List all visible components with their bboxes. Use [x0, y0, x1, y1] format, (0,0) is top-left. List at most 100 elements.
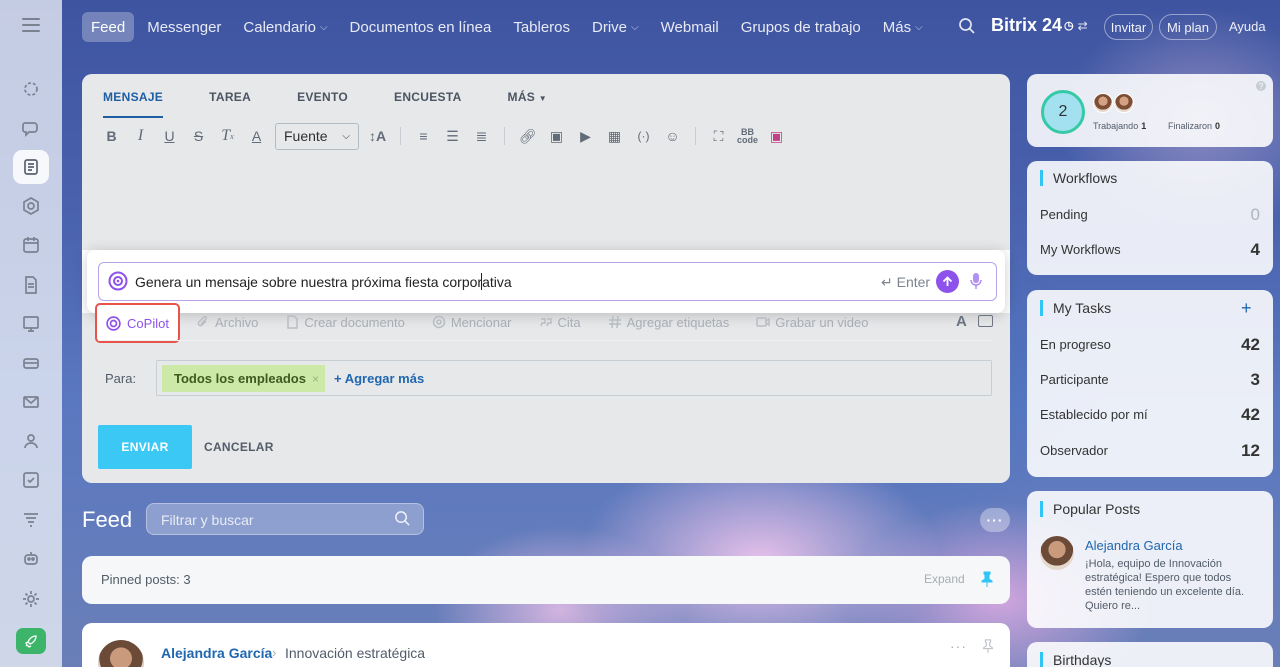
- rocket-icon[interactable]: [16, 628, 46, 654]
- nav-more-label: Más: [882, 18, 912, 36]
- workflow-row-label[interactable]: My Workflows: [1040, 242, 1121, 257]
- file-button[interactable]: Archivo: [196, 315, 258, 330]
- remove-recipient-icon[interactable]: ×: [312, 372, 319, 386]
- sidebar-crm-icon[interactable]: [13, 72, 49, 106]
- sidebar-mail-icon[interactable]: [13, 385, 49, 419]
- quote-button[interactable]: Cita: [539, 315, 581, 330]
- popular-post-excerpt[interactable]: ¡Hola, equipo de Innovación estratégica!…: [1085, 557, 1255, 613]
- more-options-icon[interactable]: ···: [950, 638, 967, 654]
- task-row-label[interactable]: Observador: [1040, 443, 1108, 458]
- search-icon[interactable]: [958, 17, 976, 35]
- task-row-label[interactable]: Establecido por mí: [1040, 407, 1148, 422]
- feed-search-placeholder: Filtrar y buscar: [161, 512, 254, 528]
- nav-drive-label: Drive: [592, 18, 628, 36]
- workflow-row-label[interactable]: Pending: [1040, 207, 1088, 222]
- modal-shade: [82, 74, 1010, 250]
- recipient-chip-label: Todos los empleados: [174, 371, 306, 386]
- microphone-icon[interactable]: [969, 272, 983, 290]
- copilot-send-button[interactable]: [936, 270, 959, 293]
- chevron-down-icon: ⌵: [631, 21, 639, 33]
- panel-toggle-icon[interactable]: [978, 315, 993, 327]
- modal-shade: [82, 313, 1010, 483]
- pinned-posts-bar[interactable]: [82, 556, 1010, 604]
- active-users-counter[interactable]: 2: [1041, 90, 1085, 134]
- copilot-button[interactable]: CoPilot: [95, 303, 180, 343]
- birthdays-title: Birthdays: [1040, 652, 1111, 667]
- pin-icon[interactable]: [981, 571, 993, 587]
- add-recipient-link[interactable]: + Agregar más: [334, 371, 424, 386]
- invite-button[interactable]: Invitar: [1104, 14, 1153, 40]
- sidebar-filter-icon[interactable]: [13, 502, 49, 536]
- nav-online-docs[interactable]: Documentos en línea: [339, 12, 503, 42]
- task-row-label[interactable]: En progreso: [1040, 337, 1111, 352]
- plan-button[interactable]: Mi plan: [1159, 14, 1217, 40]
- nav-messenger[interactable]: Messenger: [136, 12, 232, 42]
- more-options-icon[interactable]: ···: [980, 508, 1010, 532]
- expand-link[interactable]: Expand: [924, 572, 965, 586]
- nav-drive[interactable]: Drive ⌵: [581, 12, 650, 42]
- nav-boards[interactable]: Tableros: [502, 12, 581, 42]
- pinned-posts-label: Pinned posts: 3: [101, 572, 191, 587]
- sidebar-tasks-icon[interactable]: [13, 463, 49, 497]
- sidebar-drive-icon[interactable]: [13, 346, 49, 380]
- help-link[interactable]: Ayuda: [1229, 19, 1266, 34]
- sidebar-hexagon-icon[interactable]: [13, 189, 49, 223]
- sidebar-calendar-icon[interactable]: [13, 228, 49, 262]
- recipient-chip[interactable]: Todos los empleados ×: [162, 365, 325, 392]
- recipients-label: Para:: [105, 371, 137, 386]
- add-task-icon[interactable]: +: [1241, 298, 1252, 319]
- mention-button[interactable]: Mencionar: [432, 315, 512, 330]
- avatar[interactable]: [1040, 536, 1074, 570]
- finished-stat: Finalizaron 0: [1168, 121, 1220, 131]
- my-tasks-title[interactable]: My Tasks: [1040, 300, 1111, 316]
- avatar[interactable]: [1114, 93, 1134, 113]
- nav-feed[interactable]: Feed: [82, 12, 135, 42]
- chevron-right-icon: ›: [272, 645, 277, 660]
- sidebar-feed-icon[interactable]: [13, 150, 49, 184]
- mention-label: Mencionar: [450, 314, 512, 330]
- sidebar-chat-icon[interactable]: [13, 111, 49, 145]
- cancel-button[interactable]: CANCELAR: [204, 440, 274, 454]
- record-video-button[interactable]: Grabar un video: [756, 315, 869, 330]
- nav-workgroups[interactable]: Grupos de trabajo: [730, 12, 872, 42]
- return-icon: ↵: [881, 274, 897, 290]
- nav-calendar[interactable]: Calendario ⌵: [232, 12, 338, 42]
- arrow-up-icon: [942, 276, 953, 286]
- sidebar-board-icon[interactable]: [13, 307, 49, 341]
- sidebar-robot-icon[interactable]: [13, 541, 49, 575]
- enter-hint: ↵ Enter: [881, 274, 930, 291]
- quote-label: Cita: [557, 314, 581, 330]
- copilot-prompt-text: Genera un mensaje sobre nuestra próxima …: [135, 274, 512, 290]
- composer-extras: Archivo Crear documento Mencionar Cita A…: [196, 313, 896, 331]
- menu-icon[interactable]: [22, 18, 40, 32]
- nav-more[interactable]: Más ⌵: [872, 12, 934, 42]
- text-format-icon[interactable]: A: [956, 313, 967, 330]
- copilot-icon: [108, 271, 128, 291]
- brand-name: Bitrix 24: [991, 15, 1063, 35]
- task-row-label[interactable]: Participante: [1040, 372, 1109, 387]
- sidebar-document-icon[interactable]: [13, 268, 49, 302]
- quote-icon: [539, 318, 552, 327]
- send-button[interactable]: ENVIAR: [98, 425, 192, 469]
- workflows-title[interactable]: Workflows: [1040, 170, 1117, 186]
- nav-webmail[interactable]: Webmail: [650, 12, 730, 42]
- pin-icon[interactable]: [982, 639, 994, 653]
- add-tags-button[interactable]: Agregar etiquetas: [608, 315, 729, 330]
- post-group[interactable]: Innovación estratégica: [285, 645, 425, 661]
- working-stat: Trabajando 1: [1093, 121, 1146, 131]
- search-icon[interactable]: [394, 510, 411, 527]
- avatar[interactable]: [1093, 93, 1113, 113]
- chevron-down-icon: ⌵: [915, 21, 923, 33]
- feed-title: Feed: [82, 507, 133, 532]
- divider: [98, 340, 992, 341]
- create-document-button[interactable]: Crear documento: [285, 315, 405, 330]
- working-label: Trabajando: [1093, 121, 1139, 131]
- sidebar-groups-icon[interactable]: [13, 424, 49, 458]
- finished-label: Finalizaron: [1168, 121, 1213, 131]
- popular-post-author[interactable]: Alejandra García: [1085, 538, 1183, 553]
- help-icon[interactable]: ?: [1256, 81, 1266, 91]
- post-author[interactable]: Alejandra García: [161, 645, 272, 661]
- finished-value: 0: [1215, 121, 1221, 131]
- brand-logo[interactable]: Bitrix 24 ◷ ⇄: [991, 15, 1088, 36]
- sidebar-settings-icon[interactable]: [13, 582, 49, 616]
